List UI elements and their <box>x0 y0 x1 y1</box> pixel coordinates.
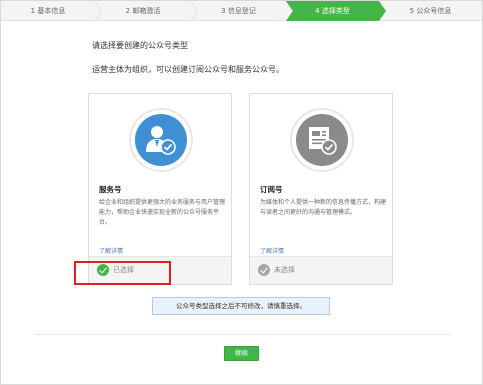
step-progress-bar: 1 基本信息 2 邮箱激活 3 信息登记 4 选择类型 5 公众号信息 <box>1 1 482 21</box>
page-description: 运营主体为组织，可以创建订阅公众号和服务公众号。 <box>92 65 284 74</box>
type-notice: 公众号类型选择之后不可修改，请慎重选择。 <box>152 297 330 315</box>
step-select-type: 4 选择类型 <box>286 1 386 21</box>
step-email-activation: 2 邮箱激活 <box>95 1 198 21</box>
subscription-account-name: 订阅号 <box>260 185 283 194</box>
step-account-info: 5 公众号信息 <box>409 7 452 15</box>
step-basic-info: 1 基本信息 <box>1 1 102 21</box>
subscription-account-learn-more-link[interactable]: 了解详情 <box>260 246 284 255</box>
subscription-account-status-label: 未选择 <box>274 266 295 274</box>
unselected-check-icon <box>258 264 270 276</box>
subscription-account-status-bar[interactable]: 未选择 <box>250 256 392 284</box>
step-info-registration: 3 信息登记 <box>191 1 293 21</box>
service-account-learn-more-link[interactable]: 了解详情 <box>99 246 123 255</box>
subscription-account-card[interactable]: 订阅号 为媒体和个人提供一种新的信息传播方式，构建与读者之间更好的沟通与管理模式… <box>249 93 393 285</box>
service-account-name: 服务号 <box>99 185 122 194</box>
page-title: 请选择要创建的公众号类型 <box>92 41 188 50</box>
subscription-account-icon <box>290 108 354 172</box>
service-account-card[interactable]: 服务号 给企业和组织提供更强大的业务服务与用户管理能力，帮助企业快速实现全新的公… <box>88 93 232 285</box>
continue-button[interactable]: 继续 <box>224 346 259 361</box>
divider <box>34 334 450 335</box>
service-account-description: 给企业和组织提供更强大的业务服务与用户管理能力，帮助企业快速实现全新的公众号服务… <box>99 199 226 226</box>
subscription-account-description: 为媒体和个人提供一种新的信息传播方式，构建与读者之间更好的沟通与管理模式。 <box>260 199 387 216</box>
subscription-account-status[interactable]: 未选择 <box>258 264 295 276</box>
service-account-icon <box>129 108 193 172</box>
selected-status-highlight <box>74 261 171 285</box>
page-frame <box>0 0 483 385</box>
